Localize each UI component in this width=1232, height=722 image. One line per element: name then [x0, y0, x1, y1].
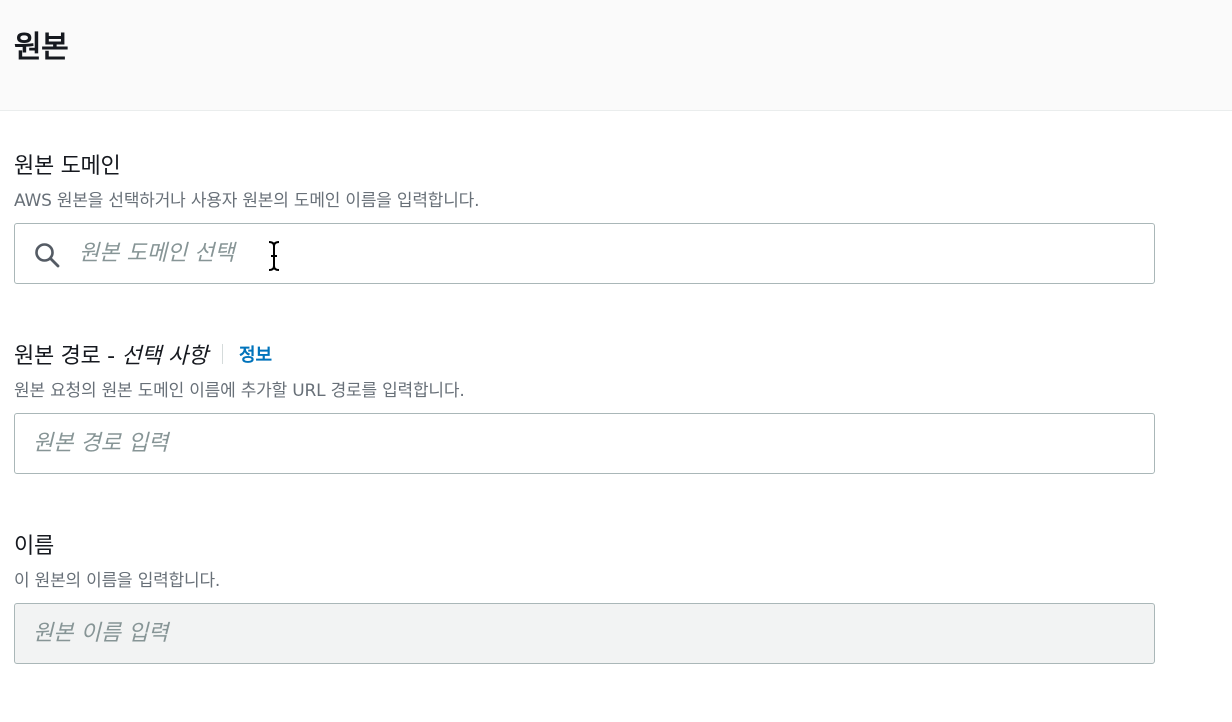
origin-path-optional-label: 선택 사항	[121, 344, 208, 369]
origin-path-info-link[interactable]: 정보	[239, 341, 272, 367]
text-cursor-icon	[268, 241, 280, 271]
origin-domain-label-row: 원본 도메인	[14, 148, 1157, 180]
origin-name-input[interactable]	[15, 604, 1154, 663]
info-divider	[221, 344, 223, 364]
section-title: 원본	[14, 30, 69, 65]
origin-path-label-text: 원본 경로 -	[14, 344, 122, 369]
origin-name-label: 이름	[14, 534, 54, 559]
origin-name-label-row: 이름	[14, 528, 1157, 560]
origin-name-description: 이 원본의 이름을 입력합니다.	[14, 571, 221, 591]
origin-path-label: 원본 경로 - 선택 사항	[14, 338, 208, 370]
origin-domain-input[interactable]	[15, 224, 1154, 283]
origin-path-input-box[interactable]	[14, 413, 1155, 474]
origin-name-input-box[interactable]	[14, 603, 1155, 664]
origin-path-description: 원본 요청의 원본 도메인 이름에 추가할 URL 경로를 입력합니다.	[14, 381, 465, 401]
origin-domain-label: 원본 도메인	[14, 154, 121, 179]
origin-name-field: 이름 이 원본의 이름을 입력합니다.	[14, 528, 1157, 664]
origin-domain-description: AWS 원본을 선택하거나 사용자 원본의 도메인 이름을 입력합니다.	[14, 191, 480, 211]
origin-domain-search-box[interactable]	[14, 223, 1155, 284]
section-header: 원본	[0, 0, 1232, 111]
origin-path-label-row: 원본 경로 - 선택 사항 정보	[14, 338, 1157, 370]
origin-path-field: 원본 경로 - 선택 사항 정보 원본 요청의 원본 도메인 이름에 추가할 U…	[14, 338, 1157, 474]
origin-path-input[interactable]	[15, 414, 1154, 473]
origin-domain-field: 원본 도메인 AWS 원본을 선택하거나 사용자 원본의 도메인 이름을 입력합…	[14, 148, 1157, 284]
